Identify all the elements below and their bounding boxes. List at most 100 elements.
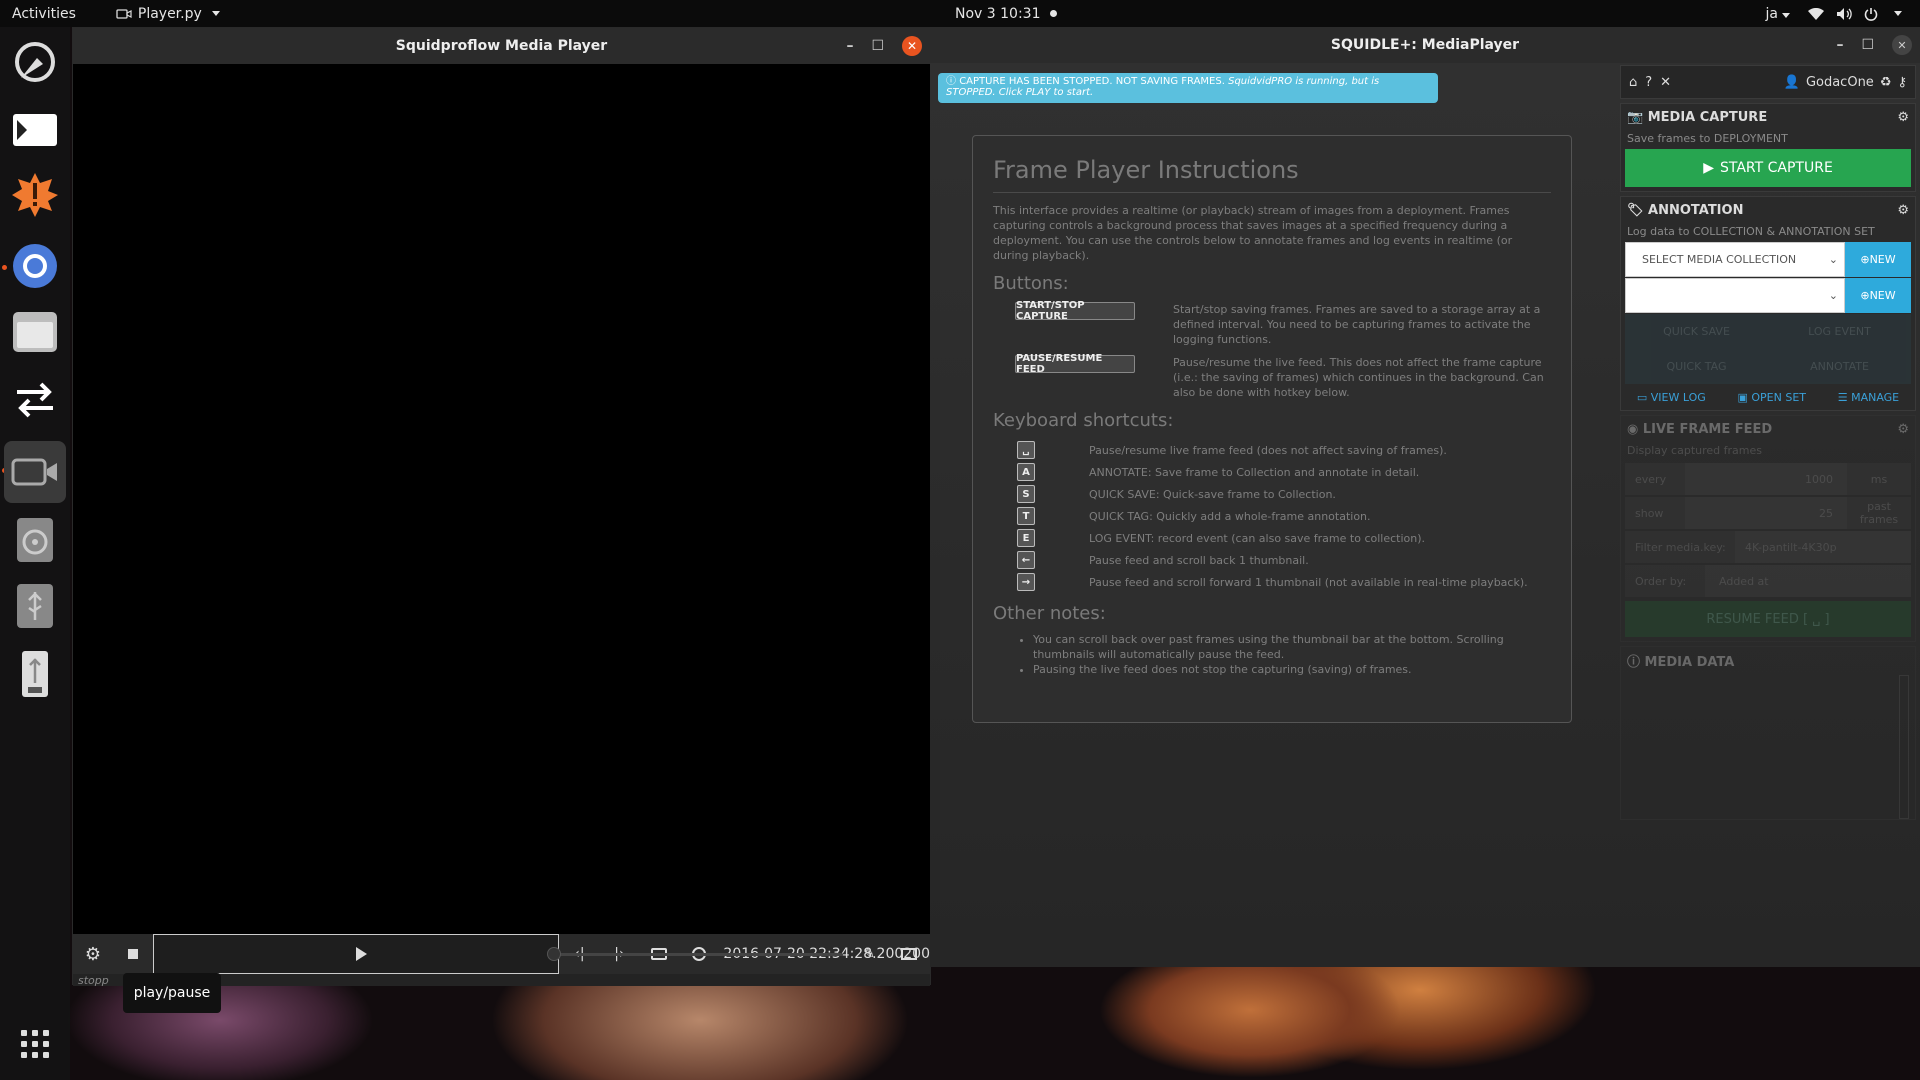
folder-open-icon (901, 948, 917, 960)
notes-heading: Other notes: (993, 603, 1106, 624)
minimize-button[interactable]: – (1836, 37, 1843, 53)
annotation-section: 🏷 ANNOTATION ⚙ Log data to COLLECTION & A… (1620, 196, 1916, 411)
play-icon (355, 947, 367, 961)
note-item: You can scroll back over past frames usi… (1033, 632, 1551, 662)
every-input[interactable]: 1000 (1685, 463, 1847, 495)
button-help-row: START/STOP CAPTURE Start/stop saving fra… (993, 300, 1551, 347)
chevron-down-icon (1782, 12, 1790, 18)
media-collection-select[interactable]: SELECT MEDIA COLLECTION ⌄ (1625, 242, 1845, 277)
dock-transfer-app[interactable] (8, 373, 62, 427)
chromium-icon (13, 244, 57, 288)
open-set-link[interactable]: ▣ OPEN SET (1737, 391, 1806, 404)
maximize-button[interactable]: ☐ (1861, 37, 1874, 53)
media-data-scrollbar[interactable] (1899, 675, 1909, 819)
player-titlebar[interactable]: Squidproflow Media Player – ☐ ✕ (73, 28, 930, 64)
dock-usb-drive-2[interactable] (8, 647, 62, 701)
dock-updater-app[interactable] (8, 167, 62, 221)
order-select[interactable]: Added at (1705, 565, 1911, 597)
start-capture-label: START CAPTURE (1719, 160, 1833, 176)
maximize-button[interactable]: ☐ (871, 38, 884, 54)
annotation-set-select[interactable]: ⌄ (1625, 278, 1845, 313)
log-event-button[interactable]: LOG EVENT (1768, 314, 1911, 349)
button-help-desc: Pause/resume the live feed. This does no… (1173, 356, 1544, 399)
dock-launcher-app[interactable] (8, 35, 62, 89)
view-log-link[interactable]: ▭ VIEW LOG (1637, 391, 1706, 404)
filter-label: Filter media.key: (1635, 540, 1726, 554)
seek-handle[interactable] (547, 947, 561, 961)
input-method-menu[interactable]: ja (1766, 6, 1790, 22)
instructions-title: Frame Player Instructions (993, 156, 1551, 193)
media-capture-section: 📷 MEDIA CAPTURE ⚙ Save frames to DEPLOYME… (1620, 103, 1916, 192)
play-icon: ▶ (1703, 160, 1714, 176)
tools-button[interactable]: ✎ (849, 934, 889, 974)
open-folder-button[interactable] (889, 934, 929, 974)
shortcut-desc: LOG EVENT: record event (can also save f… (1089, 531, 1426, 545)
new-collection-button[interactable]: ⊕ NEW (1845, 242, 1911, 277)
start-stop-capture-example: START/STOP CAPTURE (1015, 300, 1135, 322)
seek-bar[interactable] (553, 953, 843, 956)
wrench-icon: ✎ (863, 946, 875, 962)
view-log-label: VIEW LOG (1650, 390, 1706, 404)
resume-feed-button[interactable]: RESUME FEED [ ␣ ] (1625, 601, 1911, 637)
close-button[interactable]: ✕ (1892, 35, 1912, 55)
new-annotation-set-button[interactable]: ⊕ NEW (1845, 278, 1911, 313)
app-menu[interactable]: Player.py (116, 6, 220, 22)
expand-icon[interactable]: ✕ (1660, 75, 1671, 90)
media-data-title: MEDIA DATA (1644, 654, 1735, 670)
gear-icon[interactable]: ⚙ (1897, 422, 1909, 437)
refresh-icon[interactable]: ♻ (1880, 75, 1892, 90)
annotate-button[interactable]: ANNOTATE (1768, 349, 1911, 384)
play-pause-button[interactable] (153, 934, 560, 974)
media-capture-sub: Save frames to DEPLOYMENT (1627, 132, 1788, 145)
close-button[interactable]: ✕ (902, 36, 922, 56)
alert-text: CAPTURE HAS BEEN STOPPED. NOT SAVING FRA… (959, 76, 1225, 87)
show-input[interactable]: 25 (1685, 497, 1847, 529)
quick-save-button[interactable]: QUICK SAVE (1625, 314, 1768, 349)
show-apps-button[interactable] (8, 1017, 62, 1071)
activities-button[interactable]: Activities (12, 6, 76, 22)
live-frame-feed-section: ◉ LIVE FRAME FEED ⚙ Display captured fram… (1620, 415, 1916, 642)
shortcut-desc: ANNOTATE: Save frame to Collection and a… (1089, 465, 1420, 479)
notes-list: You can scroll back over past frames usi… (993, 632, 1551, 677)
gear-icon[interactable]: ⚙ (1897, 203, 1909, 218)
key-cap: ␣ (1017, 441, 1035, 459)
video-canvas[interactable] (73, 64, 930, 934)
clock[interactable]: Nov 3 10:31 (955, 6, 1058, 22)
dock-chromium-app[interactable] (8, 239, 62, 293)
shortcuts-heading: Keyboard shortcuts: (993, 410, 1174, 431)
gear-icon[interactable]: ⚙ (1897, 110, 1909, 125)
start-capture-button[interactable]: ▶ START CAPTURE (1625, 149, 1911, 187)
dock-terminal-app[interactable] (8, 103, 62, 157)
dock-disk-app[interactable] (8, 513, 62, 567)
dock (0, 27, 70, 1080)
stop-icon (128, 949, 138, 959)
settings-button[interactable]: ⚙ (73, 934, 113, 974)
volume-icon (1837, 7, 1852, 20)
minimize-button[interactable]: – (846, 38, 853, 54)
manage-link[interactable]: ☰ MANAGE (1838, 391, 1899, 404)
every-row: every 1000 ms (1625, 463, 1911, 495)
chevron-down-icon: ⌄ (1828, 289, 1838, 302)
dock-usb-drive-1[interactable] (8, 579, 62, 633)
instructions-intro: This interface provides a realtime (or p… (993, 204, 1513, 262)
stop-button[interactable] (113, 934, 153, 974)
dock-files-app[interactable] (8, 305, 62, 359)
key-icon[interactable]: ⚷ (1897, 75, 1907, 90)
order-row: Order by: Added at (1625, 565, 1911, 597)
sidebar-toolbar: ⌂ ? ✕ 👤 GodacOne ♻ ⚷ (1620, 65, 1916, 99)
help-icon[interactable]: ? (1645, 75, 1652, 90)
dock-player-app[interactable] (4, 441, 66, 503)
open-set-label: OPEN SET (1751, 390, 1806, 404)
filter-input[interactable]: 4K-pantilt-4K30p (1735, 531, 1911, 563)
key-cap: A (1017, 463, 1035, 481)
every-label: every (1635, 472, 1667, 486)
system-menu[interactable] (1808, 7, 1902, 21)
mediaplayer-titlebar[interactable]: SQUIDLE+: MediaPlayer – ☐ ✕ (930, 27, 1920, 63)
home-icon[interactable]: ⌂ (1629, 75, 1637, 90)
button-help-desc: Start/stop saving frames. Frames are sav… (1173, 303, 1541, 346)
quick-tag-button[interactable]: QUICK TAG (1625, 349, 1768, 384)
username[interactable]: GodacOne (1806, 75, 1874, 90)
shortcut-row: A ANNOTATE: Save frame to Collection and … (993, 461, 1551, 483)
video-camera-icon (11, 458, 57, 486)
shortcut-desc: QUICK SAVE: Quick-save frame to Collecti… (1089, 487, 1336, 501)
